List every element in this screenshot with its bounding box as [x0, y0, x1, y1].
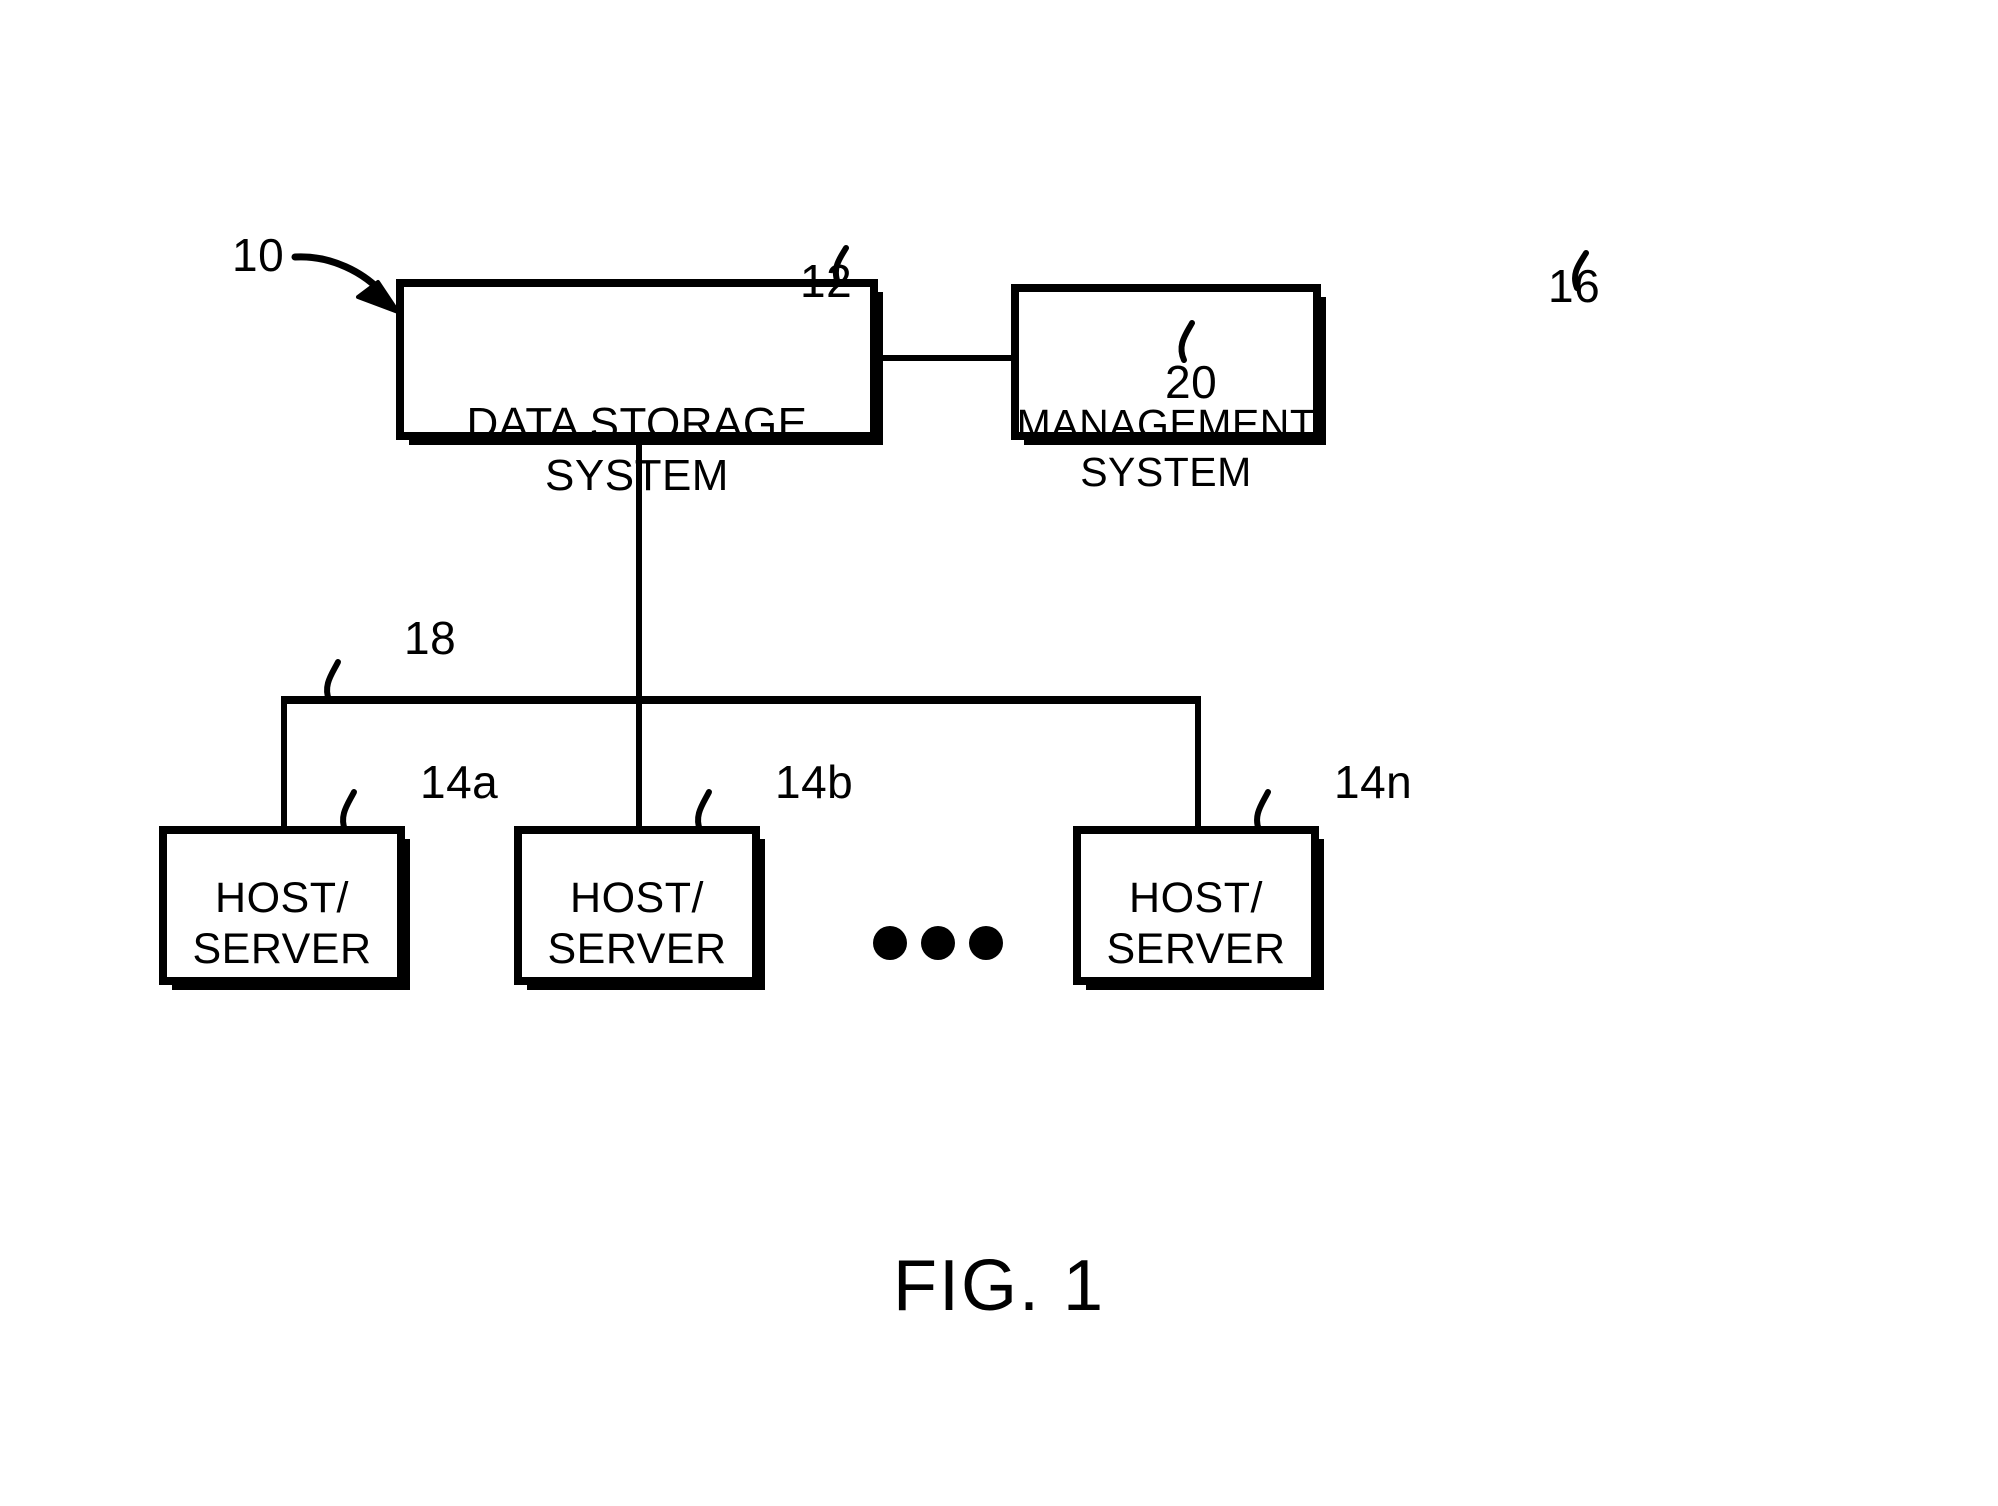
- leader-14b: [695, 789, 712, 833]
- ref-numeral-20: 20: [1165, 356, 1218, 408]
- host-server-n-box: [1073, 826, 1324, 990]
- host-server-a-box: [159, 826, 410, 990]
- leader-14a: [340, 789, 357, 833]
- system-callout-arrow: [291, 253, 400, 314]
- ref-numeral-14b: 14b: [775, 756, 854, 808]
- ref-numeral-14n: 14n: [1334, 756, 1413, 808]
- ref-numeral-16: 16: [1548, 260, 1601, 312]
- ref-numeral-12: 12: [800, 255, 853, 307]
- ref-numeral-14a: 14a: [420, 756, 499, 808]
- host-server-b-box: [514, 826, 765, 990]
- leader-14n: [1254, 789, 1271, 833]
- figure-caption: FIG. 1: [892, 1246, 1106, 1326]
- leader-18: [324, 659, 341, 703]
- ref-numeral-18: 18: [404, 612, 457, 664]
- ellipsis-dots-icon: [873, 926, 1003, 960]
- patent-figure: 10 12 DATA STORAGE SYSTEM 20 16 MANAGEME…: [0, 0, 1998, 1506]
- ref-numeral-10: 10: [232, 229, 285, 281]
